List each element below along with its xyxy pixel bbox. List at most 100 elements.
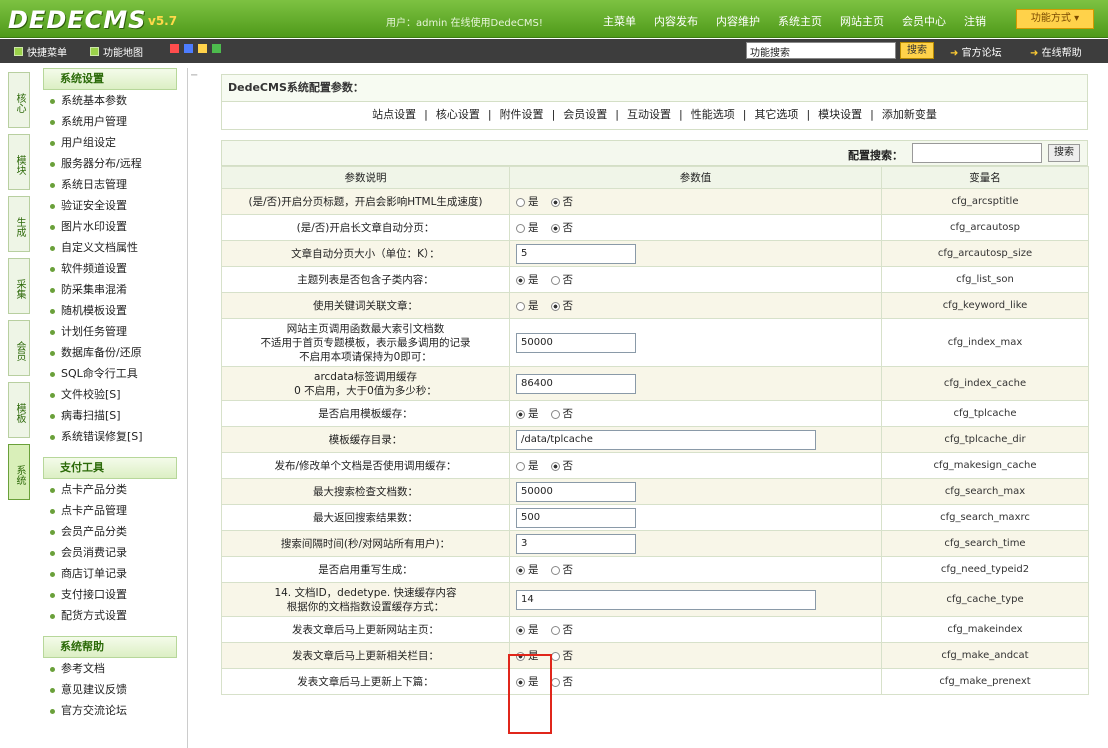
config-input[interactable]: 3 — [516, 533, 636, 554]
radio-button-icon[interactable] — [550, 223, 560, 233]
config-tab[interactable]: 站点设置 — [368, 108, 420, 121]
config-input[interactable]: 50000 — [516, 481, 636, 502]
nav-main-menu[interactable]: 主菜单 — [594, 13, 645, 29]
config-input[interactable]: 500 — [516, 507, 636, 528]
radio-yes[interactable]: 是 — [516, 300, 539, 312]
function-mode-button[interactable]: 功能方式 ▾ — [1016, 9, 1094, 29]
config-tab[interactable]: 其它选项 — [750, 108, 802, 121]
sidebar-item[interactable]: 随机模板设置 — [40, 300, 187, 321]
sidebar-item[interactable]: 官方交流论坛 — [40, 700, 187, 721]
radio-yes[interactable]: 是 — [516, 676, 539, 688]
nav-maintain[interactable]: 内容维护 — [707, 13, 769, 29]
nav-system-home[interactable]: 系统主页 — [769, 13, 831, 29]
left-tab-template[interactable]: 模板 — [8, 382, 30, 438]
left-tab-core[interactable]: 核心 — [8, 72, 30, 128]
sidebar-group-title[interactable]: 系统设置 — [43, 68, 177, 90]
sidebar-item[interactable]: 自定义文档属性 — [40, 237, 187, 258]
config-search-button[interactable]: 搜索 — [1048, 144, 1080, 162]
radio-button-icon[interactable] — [516, 651, 525, 661]
radio-button-icon[interactable] — [550, 301, 560, 311]
radio-yes[interactable]: 是 — [516, 274, 539, 286]
sidebar-item[interactable]: 意见建议反馈 — [40, 679, 187, 700]
sidebar-item[interactable]: 系统日志管理 — [40, 174, 187, 195]
radio-yes[interactable]: 是 — [516, 408, 539, 420]
sidebar-item[interactable]: 计划任务管理 — [40, 321, 187, 342]
radio-button-icon[interactable] — [516, 565, 525, 575]
sidebar-item[interactable]: 参考文档 — [40, 658, 187, 679]
radio-button-icon[interactable] — [516, 275, 525, 285]
radio-button-icon[interactable] — [550, 625, 560, 635]
radio-button-icon[interactable] — [516, 223, 525, 233]
nav-publish[interactable]: 内容发布 — [645, 13, 707, 29]
sidebar-item[interactable]: 商店订单记录 — [40, 563, 187, 584]
config-tab[interactable]: 模块设置 — [814, 108, 866, 121]
sidebar-item[interactable]: 系统用户管理 — [40, 111, 187, 132]
sidebar-item[interactable]: 文件校验[S] — [40, 384, 187, 405]
config-input[interactable]: 14 — [516, 589, 816, 610]
sidebar-item[interactable]: 软件频道设置 — [40, 258, 187, 279]
sidebar-item[interactable]: 会员消费记录 — [40, 542, 187, 563]
radio-no[interactable]: 否 — [550, 408, 573, 420]
function-search-button[interactable]: 搜索 — [900, 42, 934, 59]
online-help-link[interactable]: ➜ 在线帮助 — [1030, 44, 1082, 59]
sidebar-item[interactable]: 点卡产品分类 — [40, 479, 187, 500]
radio-no[interactable]: 否 — [550, 222, 573, 234]
radio-button-icon[interactable] — [550, 651, 560, 661]
config-tab[interactable]: 附件设置 — [496, 108, 548, 121]
left-tab-generate[interactable]: 生成 — [8, 196, 30, 252]
radio-yes[interactable]: 是 — [516, 624, 539, 636]
config-input[interactable]: 5 — [516, 243, 636, 264]
radio-yes[interactable]: 是 — [516, 460, 539, 472]
radio-no[interactable]: 否 — [550, 650, 573, 662]
radio-button-icon[interactable] — [550, 565, 560, 575]
config-tab[interactable]: 互动设置 — [623, 108, 675, 121]
sidebar-item[interactable]: 会员产品分类 — [40, 521, 187, 542]
function-map-link[interactable]: 功能地图 — [90, 44, 143, 59]
radio-button-icon[interactable] — [516, 301, 525, 311]
shortcut-menu-link[interactable]: 快捷菜单 — [14, 44, 67, 59]
radio-button-icon[interactable] — [516, 461, 525, 471]
radio-no[interactable]: 否 — [550, 196, 573, 208]
radio-no[interactable]: 否 — [550, 624, 573, 636]
config-input[interactable]: 50000 — [516, 332, 636, 353]
radio-button-icon[interactable] — [516, 409, 525, 419]
sidebar-item[interactable]: 防采集串混淆 — [40, 279, 187, 300]
radio-yes[interactable]: 是 — [516, 222, 539, 234]
sidebar-item[interactable]: 数据库备份/还原 — [40, 342, 187, 363]
function-search-input[interactable]: 功能搜索 — [746, 42, 896, 59]
radio-button-icon[interactable] — [516, 677, 525, 687]
radio-no[interactable]: 否 — [550, 274, 573, 286]
nav-member-center[interactable]: 会员中心 — [893, 13, 955, 29]
left-tab-module[interactable]: 模块 — [8, 134, 30, 190]
sidebar-item[interactable]: 支付接口设置 — [40, 584, 187, 605]
sidebar-item[interactable]: 点卡产品管理 — [40, 500, 187, 521]
theme-color-4[interactable] — [212, 44, 221, 53]
left-tab-system[interactable]: 系统 — [8, 444, 30, 500]
theme-color-2[interactable] — [184, 44, 193, 53]
nav-site-home[interactable]: 网站主页 — [831, 13, 893, 29]
theme-color-1[interactable] — [170, 44, 179, 53]
radio-no[interactable]: 否 — [550, 564, 573, 576]
config-tab[interactable]: 会员设置 — [559, 108, 611, 121]
radio-button-icon[interactable] — [516, 197, 525, 207]
radio-button-icon[interactable] — [550, 461, 560, 471]
sidebar-group-title[interactable]: 支付工具 — [43, 457, 177, 479]
config-tab[interactable]: 性能选项 — [687, 108, 739, 121]
sidebar-item[interactable]: 验证安全设置 — [40, 195, 187, 216]
sidebar-collapse-handle[interactable]: − — [190, 70, 198, 81]
radio-no[interactable]: 否 — [550, 460, 573, 472]
color-theme-picker[interactable] — [170, 44, 222, 53]
official-forum-link[interactable]: ➜ 官方论坛 — [950, 44, 1002, 59]
radio-button-icon[interactable] — [550, 409, 560, 419]
radio-button-icon[interactable] — [550, 275, 560, 285]
radio-yes[interactable]: 是 — [516, 196, 539, 208]
left-tab-member[interactable]: 会员 — [8, 320, 30, 376]
sidebar-item[interactable]: 病毒扫描[S] — [40, 405, 187, 426]
radio-button-icon[interactable] — [550, 197, 560, 207]
sidebar-item[interactable]: 配货方式设置 — [40, 605, 187, 626]
sidebar-item[interactable]: 用户组设定 — [40, 132, 187, 153]
sidebar-group-title[interactable]: 系统帮助 — [43, 636, 177, 658]
sidebar-item[interactable]: 服务器分布/远程 — [40, 153, 187, 174]
radio-no[interactable]: 否 — [550, 300, 573, 312]
radio-no[interactable]: 否 — [550, 676, 573, 688]
